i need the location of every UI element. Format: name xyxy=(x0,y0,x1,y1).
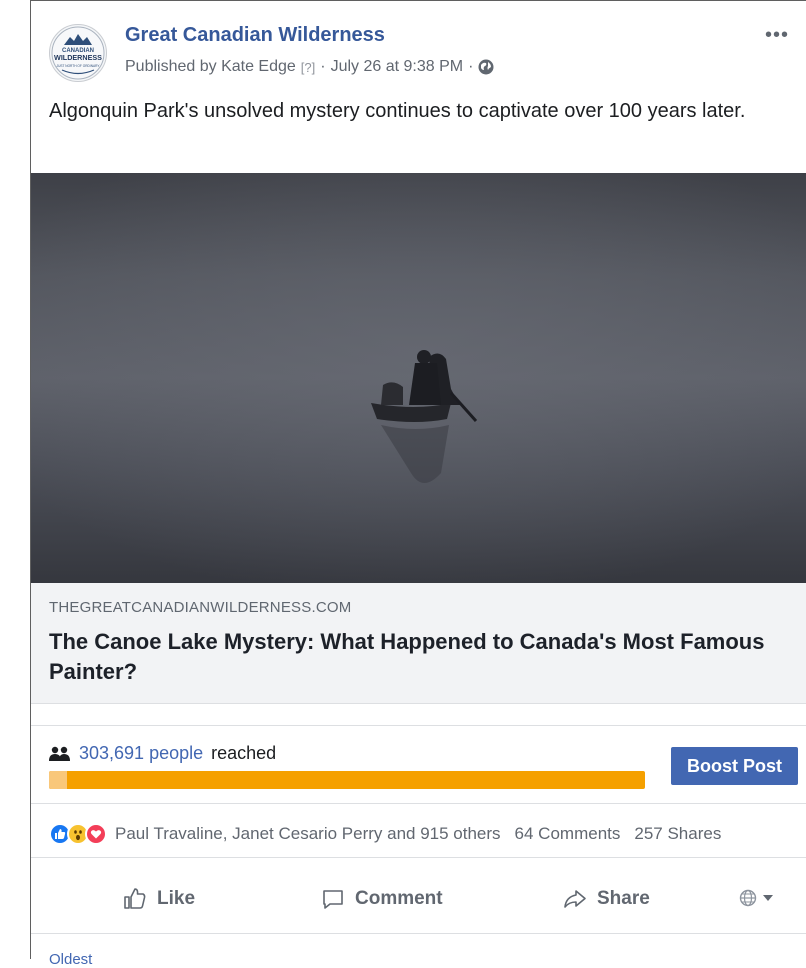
divider xyxy=(31,857,806,858)
help-marker[interactable]: [?] xyxy=(301,60,315,75)
share-label: Share xyxy=(597,888,650,909)
thumbs-up-icon xyxy=(124,888,146,909)
comment-button[interactable]: Comment xyxy=(321,869,443,929)
boost-post-button[interactable]: Boost Post xyxy=(671,747,798,785)
meta-separator-2: · xyxy=(468,58,474,75)
caret-down-icon xyxy=(763,895,773,901)
share-arrow-icon xyxy=(564,890,586,908)
share-button[interactable]: Share xyxy=(563,869,650,929)
people-icon xyxy=(49,746,70,761)
reach-stats: 303,691 people reached xyxy=(49,743,276,764)
globe-icon xyxy=(739,889,757,907)
comments-sort-link[interactable]: Oldest xyxy=(49,951,92,968)
action-bar: Like Comment Share xyxy=(31,869,806,929)
reach-progress-bar xyxy=(49,771,645,789)
post-caption: Algonquin Park's unsolved mystery contin… xyxy=(49,100,746,122)
post-timestamp[interactable]: July 26 at 9:38 PM xyxy=(331,58,464,76)
divider xyxy=(31,803,806,804)
more-options-button[interactable]: ••• xyxy=(765,24,789,47)
comment-label: Comment xyxy=(355,888,443,909)
page-avatar[interactable]: CANADIAN WILDERNESS JUST NORTH OF ORDINA… xyxy=(49,24,107,82)
post-card: CANADIAN WILDERNESS JUST NORTH OF ORDINA… xyxy=(30,0,806,968)
meta-separator: · xyxy=(320,58,326,75)
post-meta: Published by Kate Edge [?] · July 26 at … xyxy=(125,58,494,76)
reach-suffix: reached xyxy=(211,743,277,763)
love-reaction-icon xyxy=(85,823,107,845)
reach-count-link[interactable]: 303,691 people xyxy=(79,743,203,764)
link-preview-image[interactable] xyxy=(31,173,806,583)
comments-count[interactable]: 64 Comments xyxy=(515,824,621,844)
globe-privacy-icon[interactable] xyxy=(478,59,494,75)
reaction-icons[interactable] xyxy=(49,823,107,845)
like-label: Like xyxy=(157,888,196,909)
divider xyxy=(31,725,806,726)
link-preview[interactable]: THEGREATCANADIANWILDERNESS.COM The Canoe… xyxy=(31,583,806,704)
audience-selector[interactable] xyxy=(739,889,773,907)
comment-bubble-icon xyxy=(323,890,343,909)
like-button[interactable]: Like xyxy=(123,869,195,929)
svg-text:WILDERNESS: WILDERNESS xyxy=(54,53,102,62)
link-title[interactable]: The Canoe Lake Mystery: What Happened to… xyxy=(49,627,789,687)
reach-bar-organic-segment xyxy=(49,771,67,789)
divider xyxy=(31,933,806,934)
post-header: CANADIAN WILDERNESS JUST NORTH OF ORDINA… xyxy=(49,20,789,82)
foggy-lake-photo xyxy=(31,173,806,583)
page-name-link[interactable]: Great Canadian Wilderness xyxy=(125,24,385,47)
published-by-text[interactable]: Published by Kate Edge xyxy=(125,58,296,76)
svg-text:JUST NORTH OF ORDINARY: JUST NORTH OF ORDINARY xyxy=(56,64,100,68)
reactors-names[interactable]: Paul Travaline, Janet Cesario Perry and … xyxy=(115,824,501,844)
reactions-summary: Paul Travaline, Janet Cesario Perry and … xyxy=(49,823,801,845)
page-logo: CANADIAN WILDERNESS JUST NORTH OF ORDINA… xyxy=(51,26,105,80)
link-domain: THEGREATCANADIANWILDERNESS.COM xyxy=(49,599,352,616)
shares-count[interactable]: 257 Shares xyxy=(634,824,721,844)
